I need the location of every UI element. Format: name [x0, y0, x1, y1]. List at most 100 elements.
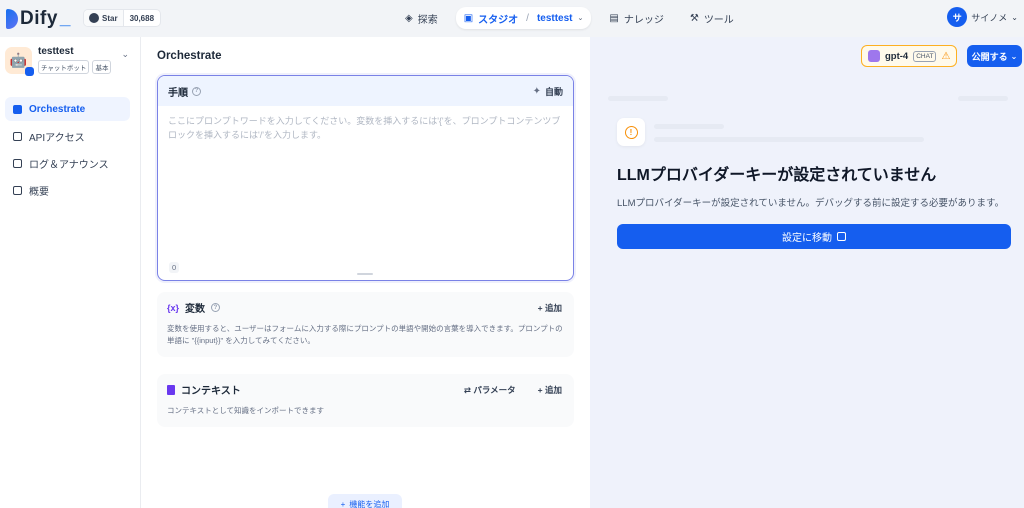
variables-header: {x} 変数 ? + 追加: [157, 292, 574, 323]
char-count: 0: [169, 262, 180, 273]
prompt-input[interactable]: ここにプロンプトワードを入力してください。変数を挿入するには'{'を、プロンプト…: [158, 106, 573, 150]
go-to-settings-label: 設定に移動: [782, 233, 832, 244]
github-star-button[interactable]: Star 30,688: [83, 9, 162, 27]
chevron-down-icon: ⌄: [121, 49, 129, 59]
model-name: gpt-4: [885, 50, 909, 62]
help-icon[interactable]: ?: [211, 303, 221, 312]
auto-generate-button[interactable]: ✦ 自動: [533, 85, 563, 98]
app-tag-type: チャットボット: [38, 60, 90, 74]
top-bar: Dify _ Star 30,688 ◈ 探索 ▣ スタジオ / testtest…: [0, 0, 1024, 37]
sidebar-item-api-access[interactable]: APIアクセス: [5, 124, 130, 148]
variables-title-text: 変数: [185, 304, 206, 315]
parameters-label: パラメータ: [473, 384, 516, 395]
logo-text: Dify: [20, 8, 58, 29]
error-description: LLMプロバイダーキーが設定されていません。デバッグする前に設定する必要がありま…: [617, 198, 1005, 209]
studio-icon: ▣: [463, 12, 474, 24]
variable-icon: {x}: [167, 302, 180, 313]
publish-label: 公開する: [971, 51, 1008, 62]
nav-knowledge[interactable]: ▤ ナレッジ: [601, 7, 671, 29]
error-title: LLMプロバイダーキーが設定されていません: [617, 167, 937, 184]
app-name: testtest: [38, 46, 74, 57]
main-nav: ◈ 探索 ▣ スタジオ / testtest ⌄ ▤ ナレッジ ⚒ ツール: [397, 7, 742, 29]
nav-explore-label: 探索: [417, 14, 438, 26]
avatar: サ: [947, 7, 968, 27]
dify-logo[interactable]: Dify _: [6, 8, 70, 30]
variables-description: 変数を使用すると、ユーザーはフォームに入力する際にプロンプトの単語や開始の言葉を…: [167, 324, 563, 345]
dimmed-header-text: [608, 96, 668, 101]
app-tag-mode: 基本: [92, 60, 112, 74]
github-star-count: 30,688: [122, 10, 160, 26]
prompt-header: 手順 ? ✦ 自動: [158, 76, 573, 106]
add-variable-label: 追加: [544, 302, 562, 313]
orchestrate-panel: Orchestrate 手順 ? ✦ 自動 ここにプロンプトワードを入力してくだ…: [141, 37, 590, 508]
add-feature-label: 機能を追加: [349, 499, 390, 508]
dimmed-line: [654, 137, 924, 142]
nav-studio-label: スタジオ: [478, 14, 519, 26]
variables-actions: + 追加: [538, 302, 562, 314]
publish-button[interactable]: 公開する ⌄: [967, 45, 1022, 67]
context-title: コンテキスト: [167, 382, 241, 397]
sidebar-item-label: 概要: [29, 186, 49, 198]
chart-icon: [13, 185, 22, 195]
sidebar-menu: Orchestrate APIアクセス ログ＆アナウンス 概要: [5, 97, 130, 205]
nav-studio[interactable]: ▣ スタジオ / testtest ⌄: [455, 7, 592, 29]
sidebar-item-label: APIアクセス: [29, 132, 85, 144]
user-menu[interactable]: サ サイノメ ⌄: [947, 7, 1018, 27]
dify-logo-mark: [6, 9, 18, 29]
go-to-settings-button[interactable]: 設定に移動: [617, 224, 1011, 249]
nav-tools-label: ツール: [703, 14, 734, 26]
context-actions: ⇄ パラメータ + 追加: [464, 384, 562, 396]
chevron-down-icon: ⌄: [577, 15, 584, 22]
plus-icon: +: [340, 499, 346, 508]
context-card: コンテキスト ⇄ パラメータ + 追加 コンテキストとして知識をインポートできま…: [157, 374, 574, 427]
add-feature-button[interactable]: + 機能を追加: [328, 494, 402, 508]
variables-title: {x} 変数 ?: [167, 300, 221, 315]
add-context-label: 追加: [544, 384, 562, 395]
nav-knowledge-label: ナレッジ: [623, 14, 664, 26]
book-icon: ▤: [609, 12, 619, 24]
tools-icon: ⚒: [689, 12, 699, 24]
terminal-icon: [13, 131, 22, 141]
auto-generate-label: 自動: [544, 86, 563, 97]
chat-badge-icon: [25, 66, 34, 76]
app-meta: testtest チャットボット 基本: [38, 46, 112, 74]
document-icon: [167, 384, 175, 395]
sidebar-item-logs[interactable]: ログ＆アナウンス: [5, 151, 130, 175]
context-header: コンテキスト ⇄ パラメータ + 追加: [157, 374, 574, 405]
context-title-text: コンテキスト: [181, 386, 241, 397]
page-title: Orchestrate: [157, 50, 222, 62]
sidebar-item-label: Orchestrate: [29, 103, 86, 115]
sidebar-item-orchestrate[interactable]: Orchestrate: [5, 97, 130, 121]
variables-card: {x} 変数 ? + 追加 変数を使用すると、ユーザーはフォームに入力する際にプ…: [157, 292, 574, 357]
sidebar-item-overview[interactable]: 概要: [5, 178, 130, 202]
help-icon[interactable]: ?: [192, 86, 201, 96]
sidebar: 🤖 testtest チャットボット 基本 ⌄ Orchestrate APIア…: [0, 37, 141, 508]
add-variable-button[interactable]: + 追加: [538, 302, 562, 314]
app-tags: チャットボット 基本: [38, 60, 112, 74]
github-star: Star: [84, 10, 123, 26]
user-name: サイノメ: [971, 12, 1008, 23]
orchestrate-icon: [13, 104, 22, 114]
chevron-down-icon: ⌄: [1011, 12, 1018, 22]
model-selector[interactable]: gpt-4 CHAT ⚠: [861, 45, 958, 67]
nav-separator: /: [526, 12, 529, 24]
app-selector[interactable]: 🤖 testtest チャットボット 基本 ⌄: [5, 46, 135, 76]
log-icon: [13, 158, 22, 168]
debug-preview-panel: ! LLMプロバイダーキーが設定されていません LLMプロバイダーキーが設定され…: [590, 37, 1024, 508]
warning-icon: !: [617, 118, 645, 146]
context-description: コンテキストとして知識をインポートできます: [167, 406, 325, 415]
nav-explore[interactable]: ◈ 探索: [397, 7, 446, 29]
nav-app-name: testtest: [536, 12, 573, 24]
github-icon: [89, 13, 99, 23]
prompt-title-text: 手順: [168, 87, 188, 99]
add-context-button[interactable]: + 追加: [538, 384, 562, 396]
prompt-editor[interactable]: 手順 ? ✦ 自動 ここにプロンプトワードを入力してください。変数を挿入するには…: [157, 75, 574, 281]
sidebar-item-label: ログ＆アナウンス: [29, 159, 109, 171]
resize-handle[interactable]: [357, 273, 373, 275]
chevron-down-icon: ⌄: [1010, 51, 1018, 61]
sparkle-icon: ✦: [532, 85, 541, 97]
parameters-button[interactable]: ⇄ パラメータ: [464, 384, 516, 396]
robot-icon: 🤖: [5, 46, 34, 76]
prompt-title: 手順 ?: [168, 84, 201, 99]
nav-tools[interactable]: ⚒ ツール: [682, 7, 742, 29]
